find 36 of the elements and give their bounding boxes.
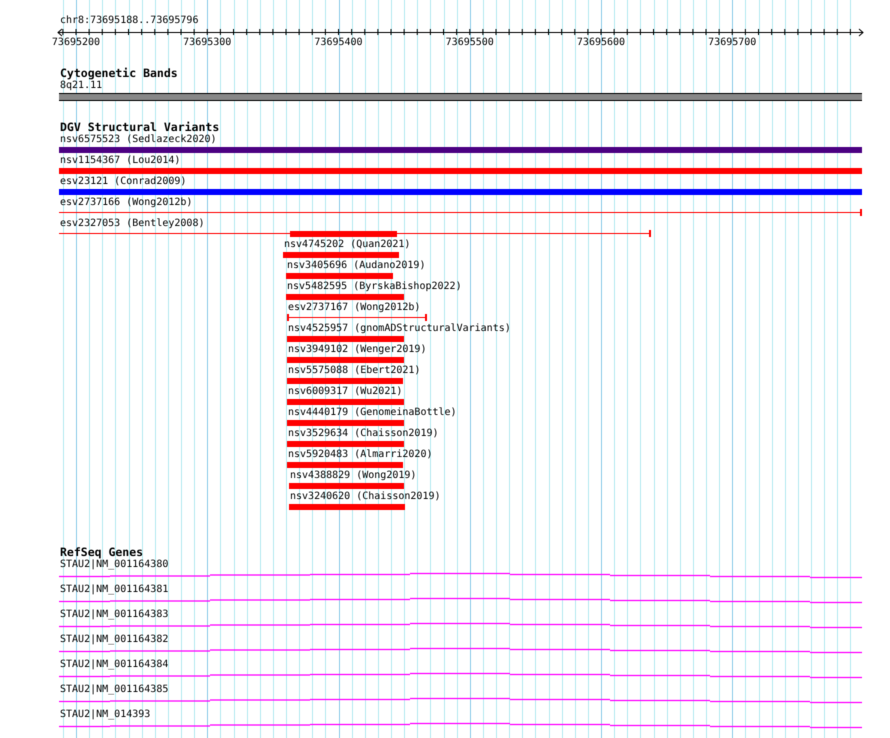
gene-label: STAU2|NM_001164385 [60, 684, 168, 696]
ruler-tick-label: 73695500 [446, 37, 494, 49]
variant-label: nsv3529634 (Chaisson2019) [288, 428, 439, 440]
variant-label: esv23121 (Conrad2009) [60, 176, 186, 188]
variant-label: nsv6009317 (Wu2021) [288, 386, 402, 398]
variant-label: nsv4440179 (GenomeinaBottle) [288, 407, 457, 419]
band-label: 8q21.11 [60, 80, 102, 92]
variant-label: esv2327053 (Bentley2008) [60, 218, 204, 230]
gene-label: STAU2|NM_001164380 [60, 559, 168, 571]
variant-label: nsv3949102 (Wenger2019) [288, 344, 426, 356]
variant-label: nsv4525957 (gnomADStructuralVariants) [288, 323, 511, 335]
variant-label: nsv6575523 (Sedlazeck2020) [60, 134, 217, 146]
variant-label: nsv3240620 (Chaisson2019) [290, 491, 441, 503]
variant-label: nsv5482595 (ByrskaBishop2022) [287, 281, 462, 293]
ruler-tick-label: 73695700 [708, 37, 756, 49]
track-title: DGV Structural Variants [60, 121, 220, 134]
variant-label: esv2737166 (Wong2012b) [60, 197, 192, 209]
gene-label: STAU2|NM_001164382 [60, 634, 168, 646]
variant-label: nsv1154367 (Lou2014) [60, 155, 180, 167]
gene-label: STAU2|NM_001164381 [60, 584, 168, 596]
variant-label: nsv5920483 (Almarri2020) [288, 449, 432, 461]
variant-label: esv2737167 (Wong2012b) [288, 302, 420, 314]
gene-label: STAU2|NM_001164384 [60, 659, 168, 671]
track-title: Cytogenetic Bands [60, 67, 178, 80]
variant-label: nsv4745202 (Quan2021) [284, 239, 410, 251]
location-label: chr8:73695188..73695796 [60, 15, 198, 27]
gene-label: STAU2|NM_014393 [60, 709, 150, 721]
ruler-tick-label: 73695400 [314, 37, 363, 49]
track-title: RefSeq Genes [60, 546, 144, 559]
variant-label: nsv4388829 (Wong2019) [290, 470, 416, 482]
ruler-tick-label: 73695300 [183, 37, 232, 49]
gene-label: STAU2|NM_001164383 [60, 609, 168, 621]
ruler-tick-label: 73695600 [576, 37, 626, 49]
variant-label: nsv5575088 (Ebert2021) [288, 365, 420, 377]
ruler-tick-label: 73695200 [52, 37, 100, 49]
variant-label: nsv3405696 (Audano2019) [287, 260, 426, 272]
